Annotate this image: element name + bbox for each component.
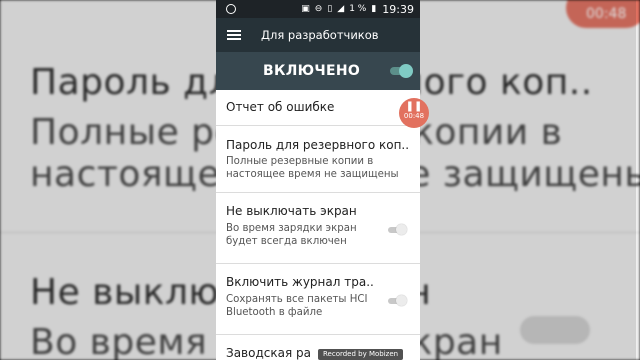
background-shade-left [0,0,216,360]
setting-bug-report[interactable]: Отчет об ошибке [216,90,420,126]
master-toggle[interactable] [390,64,413,78]
setting-backup-password[interactable]: Пароль для резервного коп.. Полные резер… [216,126,420,193]
dnd-icon: ⊖ [314,4,323,14]
background-shade-right [420,0,636,360]
setting-title: Пароль для резервного коп.. [226,138,410,152]
battery-text: 1 % [349,4,367,14]
setting-bt-hci-log[interactable]: Включить журнал тра.. Сохранять все паке… [216,264,420,335]
setting-summary: Сохранять все пакеты HCI Bluetooth в фай… [226,294,368,318]
setting-summary: Полные резервные копии в настоящее время… [226,156,399,180]
stay-awake-toggle[interactable] [388,224,408,236]
setting-title: Отчет об ошибке [226,100,335,114]
screen-recorder-button[interactable]: ❚❚ 00:48 [399,98,429,128]
phone-screen: ▣ ⊖ ▯ ◢ 1 % ▮ 19:39 Для разработчиков ВК… [216,0,420,360]
bt-hci-log-toggle[interactable] [388,295,408,307]
page-title: Для разработчиков [261,28,379,42]
notification-icon [226,4,236,14]
setting-title: Не выключать экран [226,204,357,218]
setting-summary: Во время зарядки экран будет всегда вклю… [226,223,357,247]
setting-stay-awake[interactable]: Не выключать экран Во время зарядки экра… [216,193,420,264]
pause-icon: ❚❚ [405,101,423,112]
developer-options-master-switch[interactable]: ВКЛЮЧЕНО [216,52,420,90]
status-bar: ▣ ⊖ ▯ ◢ 1 % ▮ 19:39 [216,0,420,18]
recorder-time: 00:48 [403,112,425,120]
battery-icon: ▮ [371,4,377,14]
recorder-watermark: Recorded by Mobizen [318,349,404,360]
signal-icon: ◢ [337,4,345,14]
app-toolbar: Для разработчиков [216,18,420,52]
master-switch-label: ВКЛЮЧЕНО [263,63,361,79]
status-time: 19:39 [382,2,414,16]
settings-list: Отчет об ошибке Пароль для резервного ко… [216,90,420,360]
cast-icon: ▣ [301,4,310,14]
vibrate-icon: ▯ [327,4,333,14]
menu-icon[interactable] [227,30,241,40]
setting-title: Включить журнал тра.. [226,275,374,289]
